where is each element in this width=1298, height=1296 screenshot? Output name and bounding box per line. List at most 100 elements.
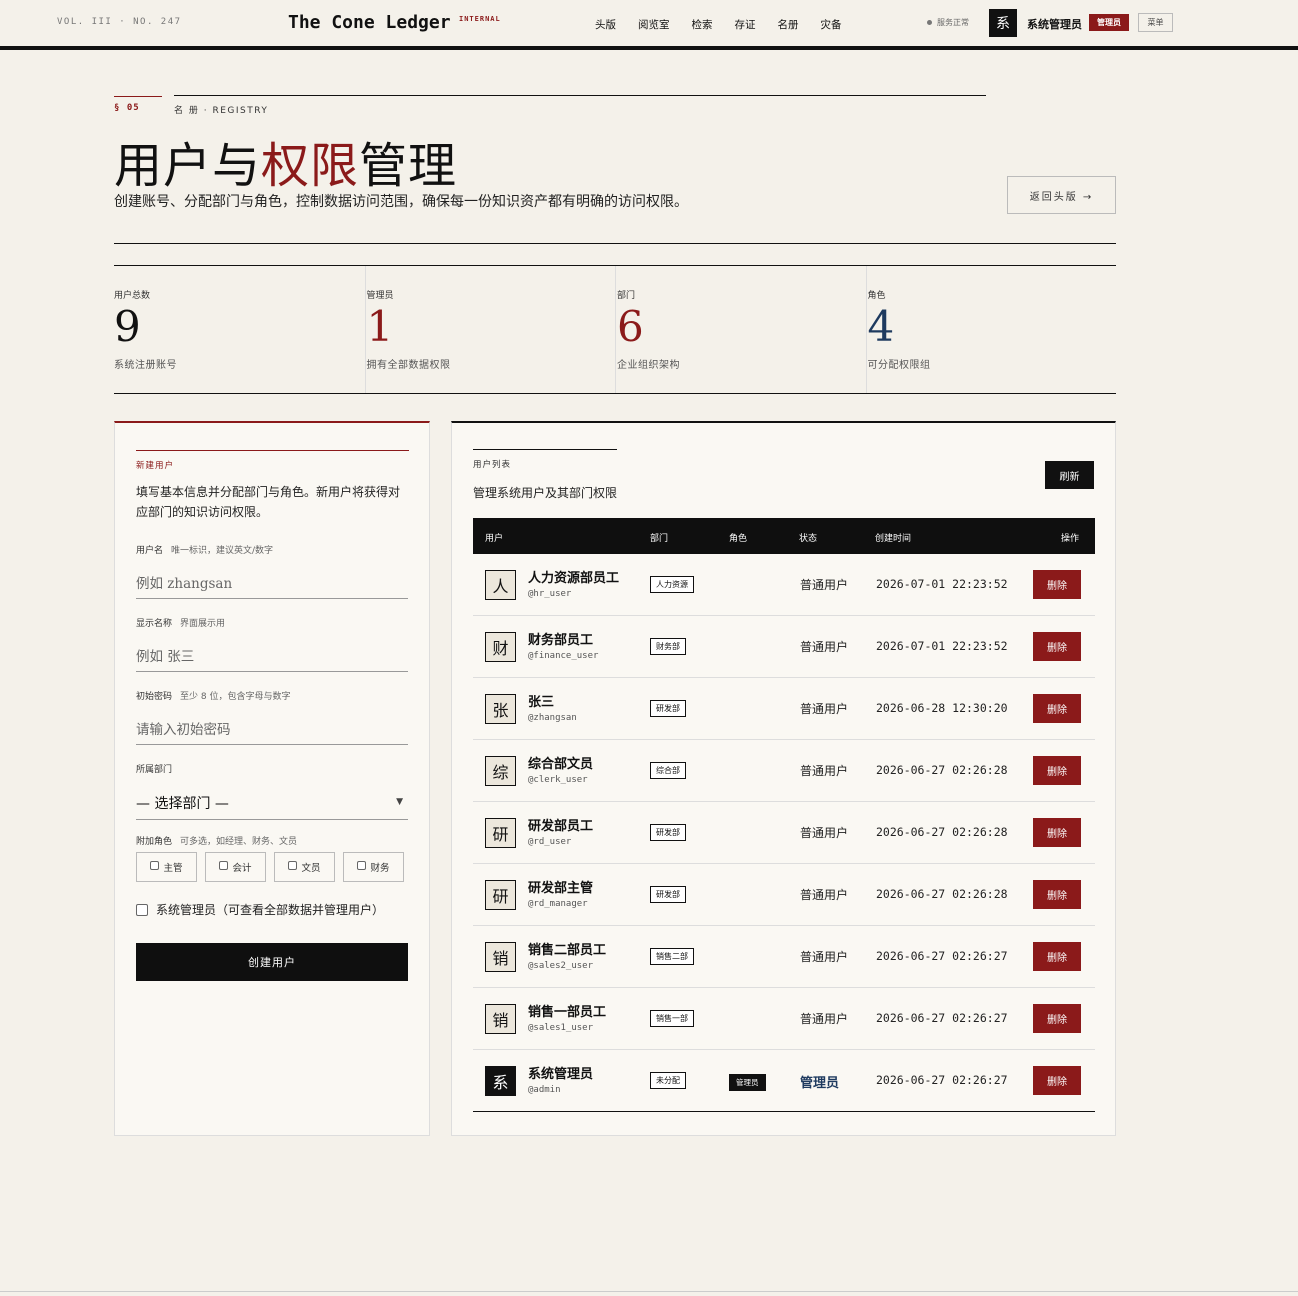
delete-button[interactable]: 删除 (1033, 570, 1081, 599)
department-badge: 研发部 (650, 886, 686, 903)
table-row: 张 张三 @zhangsan 研发部 普通用户 2026-06-28 12:30… (473, 678, 1095, 740)
table-row: 人 人力资源部员工 @hr_user 人力资源 普通用户 2026-07-01 … (473, 554, 1095, 616)
created-time: 2026-06-27 02:26:28 (876, 825, 1008, 839)
created-time: 2026-07-01 22:23:52 (876, 577, 1008, 591)
user-status: 普通用户 (800, 764, 849, 778)
username-input[interactable]: 例如 zhangsan (136, 566, 408, 599)
user-avatar: 销 (485, 1004, 516, 1034)
role-label: 财务 (370, 863, 390, 874)
user-avatar: 张 (485, 694, 516, 724)
user-handle: @clerk_user (528, 775, 588, 785)
display-name-label: 显示名称 (136, 619, 173, 629)
field-label: 初始密码 至少 8 位，包含字母与数字 (136, 689, 408, 702)
admin-checkbox[interactable]: 系统管理员（可查看全部数据并管理用户） (136, 901, 384, 918)
user-handle: @sales2_user (528, 961, 594, 971)
user-table-body: 人 人力资源部员工 @hr_user 人力资源 普通用户 2026-07-01 … (473, 554, 1095, 1112)
role-checkbox-finance[interactable]: 财务 (343, 852, 404, 882)
display-name-input[interactable]: 例如 张三 (136, 639, 408, 672)
table-row: 销 销售二部员工 @sales2_user 销售二部 普通用户 2026-06-… (473, 926, 1095, 988)
stat-label: 部门 (617, 291, 636, 301)
section-label: 名 册 · REGISTRY (174, 95, 986, 116)
department-badge: 研发部 (650, 700, 686, 717)
role-label: 会计 (232, 863, 252, 874)
user-avatar: 系 (485, 1066, 516, 1096)
nav-item-evidence[interactable]: 存证 (735, 17, 756, 32)
department-label: 所属部门 (136, 765, 173, 775)
department-badge: 研发部 (650, 824, 686, 841)
stat-value: 4 (867, 302, 895, 351)
user-status: 普通用户 (800, 888, 849, 902)
user-avatar[interactable]: 系 (989, 9, 1017, 37)
delete-button[interactable]: 删除 (1033, 1066, 1081, 1095)
menu-button[interactable]: 菜单 (1138, 13, 1173, 32)
department-select[interactable]: — 选择部门 — ▼ (136, 785, 408, 820)
role-checkbox-accountant[interactable]: 会计 (205, 852, 266, 882)
roles-label: 附加角色 (136, 837, 173, 847)
brand-logo[interactable]: The Cone Ledger (288, 12, 451, 33)
created-time: 2026-06-27 02:26:28 (876, 763, 1008, 777)
stat-label: 管理员 (366, 291, 394, 301)
delete-button[interactable]: 删除 (1033, 880, 1081, 909)
role-checkbox-clerk[interactable]: 文员 (274, 852, 335, 882)
user-handle: @admin (528, 1085, 561, 1095)
department-badge: 财务部 (650, 638, 686, 655)
page-title: 用户与权限管理 (114, 126, 457, 196)
user-avatar: 研 (485, 880, 516, 910)
delete-button[interactable]: 删除 (1033, 694, 1081, 723)
stats-strip: 用户总数 9 系统注册账号 管理员 1 拥有全部数据权限 部门 6 企业组织架构… (114, 266, 1116, 393)
stat-total-users: 用户总数 9 系统注册账号 (114, 266, 365, 393)
stat-admins: 管理员 1 拥有全部数据权限 (364, 266, 616, 393)
stat-roles: 角色 4 可分配权限组 (865, 266, 1117, 393)
user-display-name: 系统管理员 (528, 1067, 594, 1082)
checkbox-icon (150, 860, 160, 870)
create-user-panel: 新建用户 填写基本信息并分配部门与角色。新用户将获得对应部门的知识访问权限。 用… (114, 421, 430, 1136)
delete-button[interactable]: 删除 (1033, 942, 1081, 971)
role-checkbox-supervisor[interactable]: 主管 (136, 852, 197, 882)
field-label: 显示名称 界面展示用 (136, 616, 408, 629)
delete-button[interactable]: 删除 (1033, 818, 1081, 847)
delete-button[interactable]: 删除 (1033, 1004, 1081, 1033)
display-name-hint: 界面展示用 (180, 619, 226, 629)
user-display-name: 张三 (528, 695, 555, 710)
stat-departments: 部门 6 企业组织架构 (615, 266, 866, 393)
user-status: 普通用户 (800, 1012, 849, 1026)
password-input[interactable]: 请输入初始密码 (136, 712, 408, 745)
field-label: 附加角色 可多选，如经理、财务、文员 (136, 834, 408, 847)
divider (473, 449, 617, 450)
user-status: 普通用户 (800, 702, 849, 716)
list-description: 管理系统用户及其部门权限 (473, 486, 618, 500)
checkbox-icon (219, 860, 229, 870)
table-row: 销 销售一部员工 @sales1_user 销售一部 普通用户 2026-06-… (473, 988, 1095, 1050)
department-badge: 人力资源 (650, 576, 694, 593)
department-field: 所属部门 — 选择部门 — ▼ (136, 762, 408, 820)
refresh-button[interactable]: 刷新 (1045, 461, 1094, 489)
nav-item-frontpage[interactable]: 头版 (595, 17, 616, 32)
nav-item-backup[interactable]: 灾备 (821, 17, 842, 32)
role-label: 主管 (163, 863, 183, 874)
table-row: 研 研发部员工 @rd_user 研发部 普通用户 2026-06-27 02:… (473, 802, 1095, 864)
roles-checkbox-group: 主管 会计 文员 财务 (136, 852, 404, 882)
user-avatar: 研 (485, 818, 516, 848)
delete-button[interactable]: 删除 (1033, 756, 1081, 785)
user-handle: @zhangsan (528, 713, 577, 723)
user-handle: @rd_manager (528, 899, 588, 909)
list-kicker: 用户列表 (473, 460, 512, 470)
user-status: 普通用户 (800, 578, 849, 592)
table-row: 研 研发部主管 @rd_manager 研发部 普通用户 2026-06-27 … (473, 864, 1095, 926)
back-to-front-button[interactable]: 返回头版 → (1007, 176, 1116, 214)
department-badge: 销售二部 (650, 948, 694, 965)
stat-label: 角色 (867, 291, 886, 301)
nav-item-search[interactable]: 检索 (692, 17, 713, 32)
nav-item-registry[interactable]: 名册 (778, 17, 799, 32)
checkbox-icon (357, 860, 367, 870)
username-label: 用户名 (136, 546, 164, 556)
stat-value: 6 (617, 302, 644, 351)
admin-checkbox-label: 系统管理员（可查看全部数据并管理用户） (156, 903, 385, 917)
nav-item-reading-room[interactable]: 阅览室 (638, 17, 670, 32)
column-header-status: 状态 (799, 534, 818, 544)
roles-field: 附加角色 可多选，如经理、财务、文员 (136, 834, 408, 847)
user-handle: @sales1_user (528, 1023, 594, 1033)
create-user-button[interactable]: 创建用户 (136, 943, 408, 981)
user-display-name: 研发部主管 (528, 881, 594, 896)
delete-button[interactable]: 删除 (1033, 632, 1081, 661)
